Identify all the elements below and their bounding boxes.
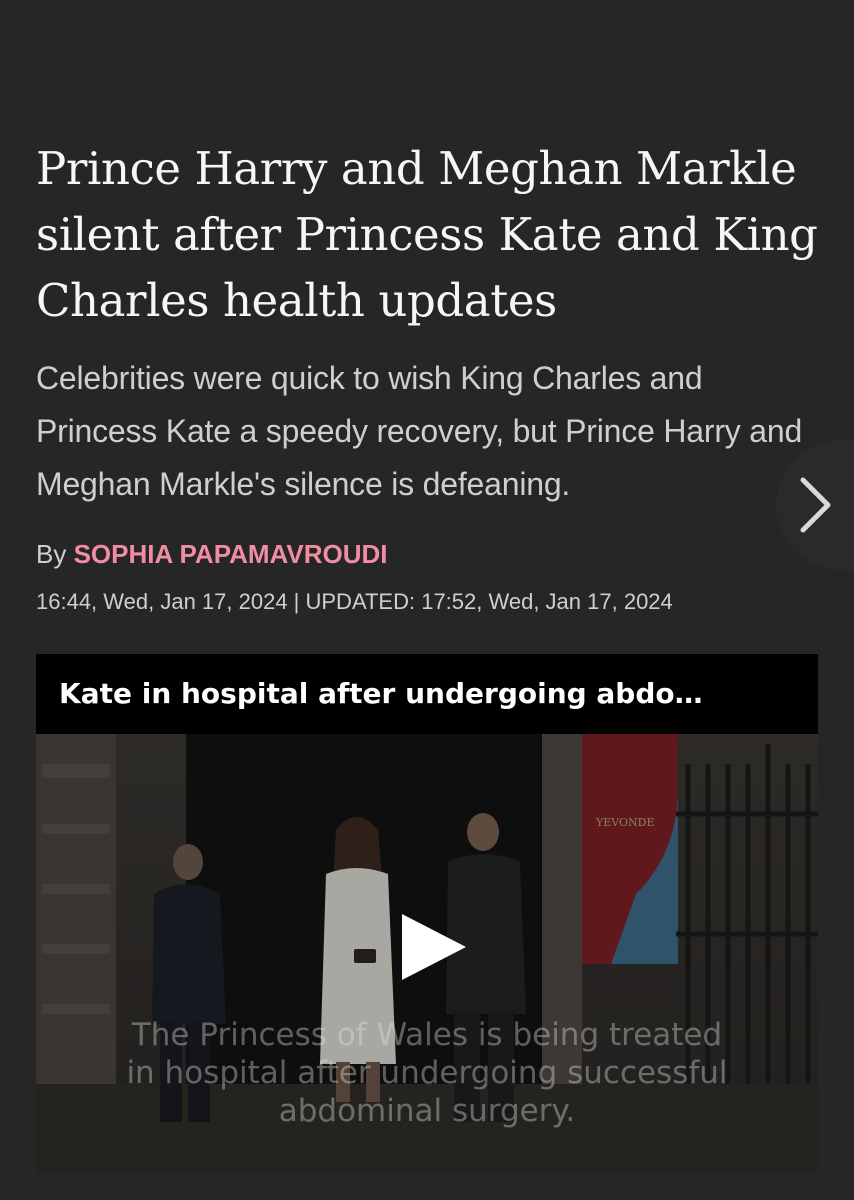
play-icon[interactable] bbox=[398, 912, 470, 982]
chevron-right-icon bbox=[800, 477, 831, 533]
article-subheadline: Celebrities were quick to wish King Char… bbox=[36, 360, 803, 502]
byline: By SOPHIA PAPAMAVROUDI bbox=[36, 534, 388, 574]
author-link[interactable]: SOPHIA PAPAMAVROUDI bbox=[74, 539, 388, 569]
video-caption-line: The Princess of Wales is being treated bbox=[131, 1017, 723, 1053]
byline-prefix: By bbox=[36, 539, 67, 569]
article-headline: Prince Harry and Meghan Markle silent af… bbox=[36, 142, 818, 327]
video-caption-line: in hospital after undergoing successful bbox=[126, 1055, 728, 1091]
video-title: Kate in hospital after undergoing abdo… bbox=[36, 654, 818, 734]
video-player[interactable]: Kate in hospital after undergoing abdo… bbox=[36, 654, 818, 1174]
video-caption-line: abdominal surgery. bbox=[278, 1093, 576, 1129]
article-page: Prince Harry and Meghan Markle silent af… bbox=[0, 0, 854, 1200]
publish-timestamp: 16:44, Wed, Jan 17, 2024 | UPDATED: 17:5… bbox=[36, 589, 673, 614]
